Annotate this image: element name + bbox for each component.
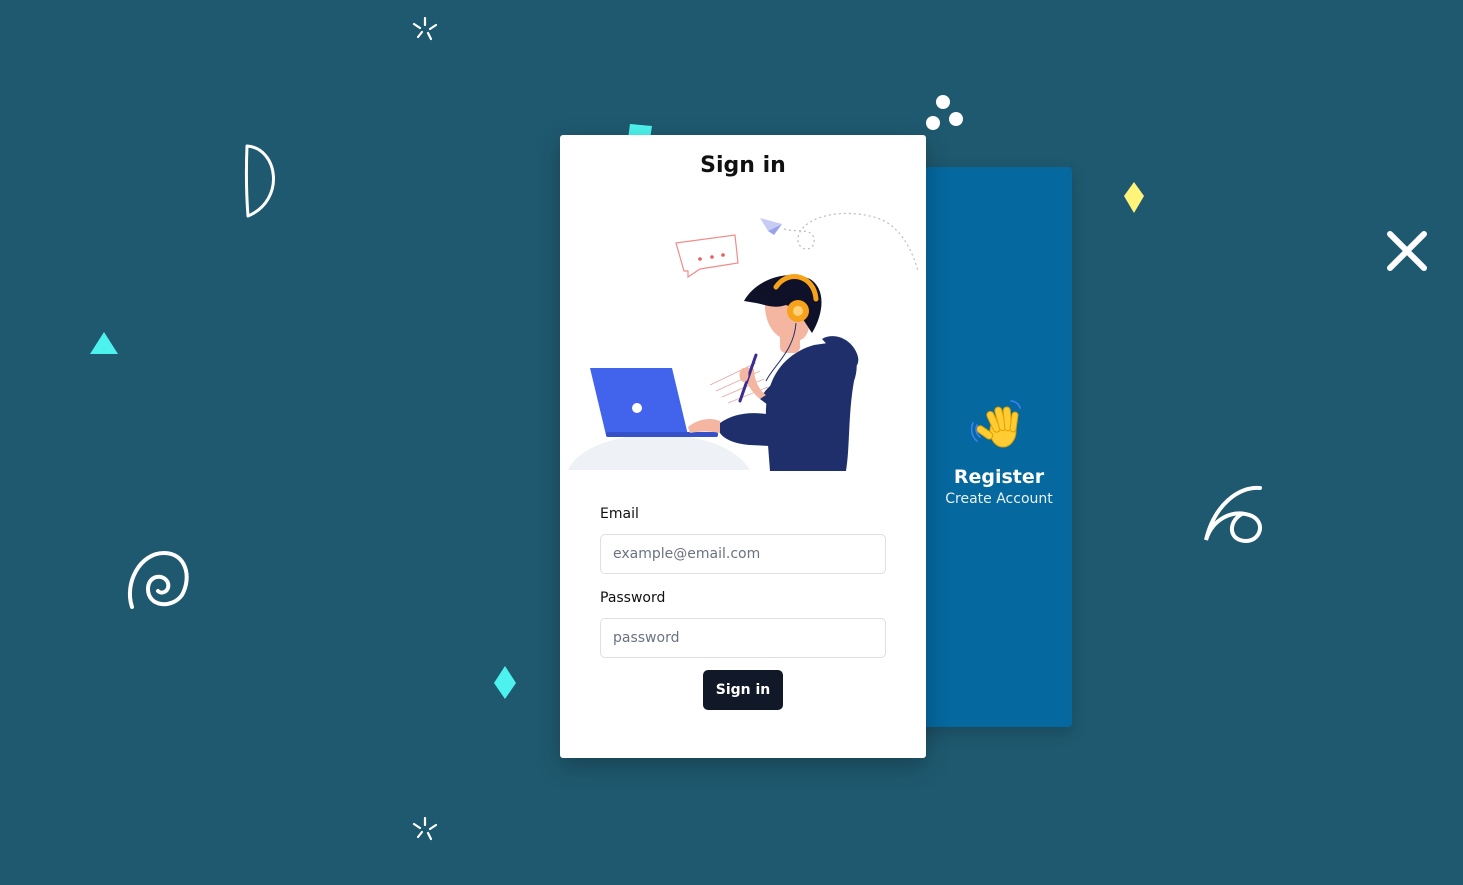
sparkle-bottom-icon xyxy=(412,816,438,841)
password-label: Password xyxy=(600,590,666,606)
spiral-doodle-icon xyxy=(127,550,189,609)
person-figure xyxy=(688,274,859,471)
x-doodle-icon xyxy=(1387,231,1427,271)
signin-button[interactable]: Sign in xyxy=(703,670,783,710)
waving-hand-icon xyxy=(970,400,1021,448)
diamond-yellow-icon xyxy=(1124,182,1144,213)
email-label: Email xyxy=(600,506,639,522)
three-dots-doodle-icon xyxy=(926,95,963,130)
plane-trail xyxy=(783,212,919,272)
half-moon-doodle-icon xyxy=(244,144,275,218)
signin-card: Sign in Email example@email.com Password… xyxy=(560,135,926,758)
email-input[interactable] xyxy=(600,534,886,574)
diamond-cyan-icon xyxy=(494,666,516,699)
paper-plane-icon xyxy=(760,218,782,235)
password-input[interactable] xyxy=(600,618,886,658)
person-with-laptop-illustration xyxy=(568,212,919,471)
triangle-icon xyxy=(90,332,118,354)
signin-title: Sign in xyxy=(700,153,786,178)
page-stage: Register Create Account Sign in Email ex… xyxy=(0,0,1463,885)
swirl-doodle-icon xyxy=(1204,485,1262,543)
register-title[interactable]: Register xyxy=(926,466,1072,488)
sparkle-top-icon xyxy=(412,16,438,41)
register-content[interactable]: Register Create Account xyxy=(926,397,1072,507)
register-subtitle[interactable]: Create Account xyxy=(926,491,1072,507)
desk-blob xyxy=(568,434,750,470)
speech-bubble-icon xyxy=(675,234,739,279)
